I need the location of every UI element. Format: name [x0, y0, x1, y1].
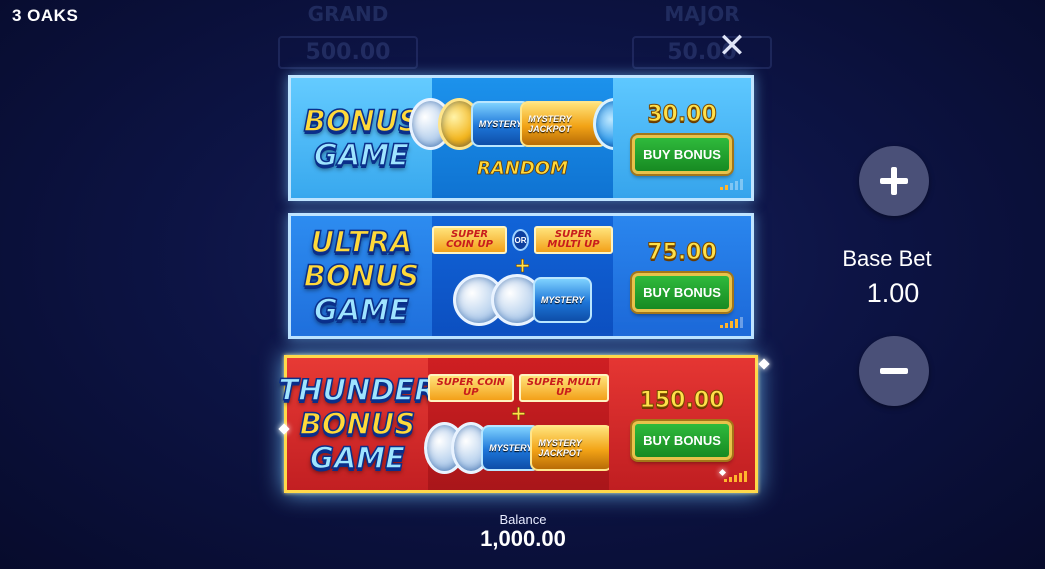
- vol-bar: [735, 181, 738, 190]
- vol-bar: [725, 185, 728, 190]
- coins-illustration: MYSTERY: [452, 274, 593, 326]
- thunder-bonus-game-title: THUNDER BONUS GAME: [278, 358, 437, 490]
- mystery-jackpot-drum-icon: MYSTERY JACKPOT: [530, 425, 613, 471]
- vol-bar: [740, 317, 743, 328]
- mystery-drum-icon: MYSTERY: [532, 277, 593, 323]
- plus-sign: +: [514, 253, 531, 277]
- jackpot-major-label: MAJOR: [664, 2, 740, 26]
- vol-bar: [734, 475, 737, 482]
- ultra-bonus-game-title: ULTRA BONUS GAME: [291, 216, 432, 336]
- minus-icon: [880, 368, 908, 374]
- feature-tags: SUPER COIN UP OR SUPER MULTI UP: [432, 226, 613, 254]
- close-icon: ✕: [717, 26, 747, 66]
- vol-bar: [725, 323, 728, 328]
- title-line: THUNDER: [278, 372, 438, 408]
- ultra-bonus-game-art: SUPER COIN UP OR SUPER MULTI UP + MYSTER…: [432, 216, 613, 336]
- balance-value: 1,000.00: [480, 526, 566, 551]
- bonus-game-art: MYSTERY MYSTERY JACKPOT RANDOM: [409, 78, 636, 198]
- thunder-bonus-game-buy-area: 150.00 BUY BONUS: [609, 358, 755, 490]
- bonus-game-panel: BONUS GAME MYSTERY MYSTERY JACKPOT RANDO…: [288, 75, 754, 201]
- jackpot-grand-bg: GRAND 500.00: [278, 2, 418, 69]
- vol-bar: [735, 319, 738, 328]
- vol-bar: [730, 321, 733, 328]
- thunder-bonus-game-art: SUPER COIN UP SUPER MULTI UP + MYSTERY M…: [424, 358, 613, 490]
- super-multi-up-badge: SUPER MULTI UP: [518, 374, 609, 402]
- title-line: BONUS: [303, 258, 420, 294]
- sparkle-icon: [758, 358, 770, 370]
- game-title: 3 OAKS: [12, 6, 79, 25]
- vol-bar: [729, 477, 732, 482]
- decrease-bet-button[interactable]: [859, 336, 929, 406]
- plus-sign: +: [510, 401, 527, 425]
- vol-bar: [744, 471, 747, 482]
- super-coin-up-badge: SUPER COIN UP: [428, 374, 514, 402]
- random-caption: RANDOM: [476, 157, 569, 179]
- bonus-game-price: 30.00: [647, 102, 718, 128]
- or-badge: OR: [512, 229, 530, 251]
- jackpot-grand-value: 500.00: [278, 36, 418, 69]
- coins-illustration: MYSTERY MYSTERY JACKPOT: [424, 422, 613, 474]
- plus-icon: [880, 167, 908, 195]
- thunder-bonus-game-price: 150.00: [639, 388, 725, 414]
- jackpot-major-bg: MAJOR 50.00: [632, 2, 772, 69]
- ultra-bonus-game-price: 75.00: [647, 240, 718, 266]
- vol-bar: [720, 187, 723, 190]
- ultra-bonus-game-buy-area: 75.00 BUY BONUS: [613, 216, 751, 336]
- title-line: GAME: [313, 137, 409, 173]
- buy-bonus-button[interactable]: BUY BONUS: [632, 135, 732, 174]
- base-bet-value: 1.00: [866, 278, 920, 308]
- vol-bar: [740, 179, 743, 190]
- volatility-bars-icon: [720, 179, 743, 190]
- ultra-bonus-game-panel: ULTRA BONUS GAME SUPER COIN UP OR SUPER …: [288, 213, 754, 339]
- feature-tags: SUPER COIN UP SUPER MULTI UP: [428, 374, 609, 402]
- vol-bar: [739, 473, 742, 482]
- title-line: BONUS: [303, 103, 420, 139]
- close-button[interactable]: ✕: [714, 28, 750, 64]
- jackpot-grand-label: GRAND: [307, 2, 389, 26]
- jackpot-major-value: 50.00: [632, 36, 772, 69]
- vol-bar: [724, 479, 727, 482]
- vol-bar: [720, 325, 723, 328]
- title-line: GAME: [313, 292, 409, 328]
- title-line: GAME: [309, 440, 405, 476]
- increase-bet-button[interactable]: [859, 146, 929, 216]
- balance-label: Balance: [499, 512, 547, 527]
- super-multi-up-badge: SUPER MULTI UP: [534, 226, 613, 254]
- base-bet-label: Base Bet: [842, 246, 932, 271]
- volatility-bars-icon: [720, 317, 743, 328]
- buy-bonus-button[interactable]: BUY BONUS: [632, 273, 732, 312]
- super-coin-up-badge: SUPER COIN UP: [432, 226, 508, 254]
- title-line: BONUS: [299, 406, 416, 442]
- bonus-game-buy-area: 30.00 BUY BONUS: [613, 78, 751, 198]
- vol-bar: [730, 183, 733, 190]
- title-line: ULTRA: [310, 224, 413, 260]
- volatility-bars-icon: [724, 471, 747, 482]
- coins-illustration: MYSTERY MYSTERY JACKPOT: [409, 97, 636, 150]
- buy-bonus-button[interactable]: BUY BONUS: [632, 421, 732, 460]
- thunder-bonus-game-panel: THUNDER BONUS GAME SUPER COIN UP SUPER M…: [278, 355, 758, 493]
